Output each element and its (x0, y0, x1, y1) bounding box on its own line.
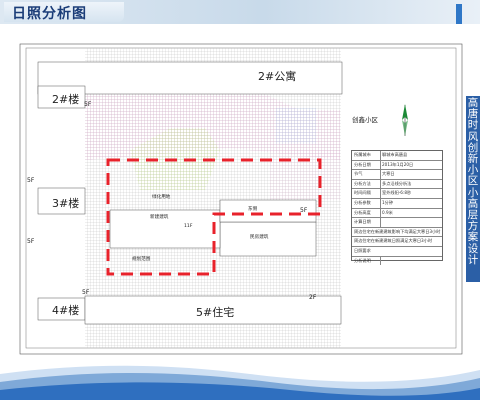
analysis-info-table: 所属城市 聊城市高唐县 分析日期 2013年1月20日 节气 大寒日 分析方法 多点沿线… (351, 150, 443, 266)
info-row: 计算日期 (352, 218, 442, 228)
info-row: 时间间隔 室外线阳-6:8秒 (352, 189, 442, 199)
building-2-apartment-label: 2#公寓 (258, 70, 297, 83)
floor-label: 5F (84, 101, 92, 108)
footer-wave (0, 365, 480, 400)
info-note: 周边住宅在新建建筑日照满足大寒日3小时 (352, 237, 442, 247)
drawing-note-houses: 民房建筑 (250, 235, 269, 240)
district-label: 创鑫小区 (352, 116, 378, 124)
floor-label: 2F (309, 294, 317, 301)
floor-label: 5F (27, 177, 35, 184)
info-note: 周边住宅在新建建筑影响下均满足大寒日3小时 (352, 228, 442, 238)
floor-label: 5F (82, 289, 90, 296)
floor-label: 5F (300, 207, 308, 214)
shadow-zone-pink-2 (270, 148, 340, 200)
info-row: 分析参数 1分钟 (352, 198, 442, 209)
building-4-label: 4#楼 (52, 304, 80, 317)
drawing-note-new: 新建建筑 (150, 215, 169, 220)
drawing-note-green: 绿化用地 (152, 195, 171, 200)
info-row: 分析高度 0.9米 (352, 208, 442, 219)
drawing-note-floors: 11F (184, 224, 193, 229)
side-title: 高唐时风创新小区小高层方案设计 (467, 97, 479, 266)
drawing-note-area: 规划范围 (132, 257, 151, 262)
info-row: 分析日期 2013年1月20日 (352, 160, 442, 171)
floor-label: 5F (27, 238, 35, 245)
building-3-label: 3#楼 (52, 197, 80, 210)
shadow-zone-blue (276, 108, 316, 144)
drawing-note-east: 东侧 (248, 207, 258, 212)
info-row: 分析说明 (352, 256, 442, 266)
building-2-label: 2#楼 (52, 93, 80, 106)
info-row: 所属城市 聊城市高唐县 (352, 151, 442, 161)
info-row: 分析方法 多点沿线分析法 (352, 179, 442, 190)
info-note: 日照要求 (352, 247, 442, 257)
building-5-label: 5#住宅 (196, 306, 235, 319)
info-row: 节气 大寒日 (352, 170, 442, 180)
